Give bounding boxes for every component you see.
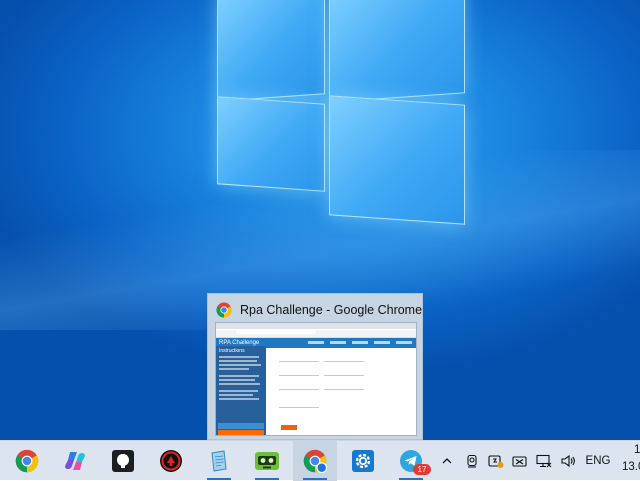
preview-tab-strip: [216, 323, 416, 329]
network-icon: [536, 454, 552, 468]
chevron-up-icon: [442, 458, 452, 464]
telegram-unread-badge: 17: [413, 464, 431, 475]
windows-logo-pane-bottom-right: [329, 95, 465, 225]
clock-date[interactable]: 13.0: [622, 461, 640, 473]
tray-overflow-button[interactable]: [437, 441, 457, 481]
windows-logo-pane-bottom-left: [217, 96, 325, 192]
tray-keyboard[interactable]: [509, 441, 531, 481]
preview-submit-button: [281, 425, 297, 430]
speaker-icon: [561, 454, 575, 468]
language-indicator: ENG: [585, 455, 611, 467]
taskbar-chrome-rpa-challenge[interactable]: [293, 441, 337, 481]
window-thumbnail-popup[interactable]: Rpa Challenge - Google Chrome RPA Challe…: [207, 293, 423, 440]
battery-warning-icon: [488, 455, 504, 468]
preview-sidebar-heading: Instructions: [219, 348, 245, 354]
thumbnail-header: Rpa Challenge - Google Chrome: [216, 300, 422, 320]
taskbar-copilot[interactable]: [53, 441, 97, 481]
red-app-icon: [160, 450, 182, 472]
robot-icon: [255, 452, 279, 470]
chrome-icon: [15, 449, 39, 473]
chrome-icon: [216, 302, 232, 318]
tray-network[interactable]: [533, 441, 555, 481]
taskbar: 17 ENG 1 13.: [0, 440, 640, 481]
tray-volume[interactable]: [557, 441, 579, 481]
thumbnail-preview[interactable]: RPA Challenge Instructions: [215, 322, 417, 436]
notepad-icon: [211, 450, 227, 472]
windows-logo-pane-top-right: [329, 0, 465, 103]
windows-logo-pane-top-left: [217, 0, 325, 102]
preview-address-bar: [216, 330, 416, 338]
preview-sidebar: Instructions: [216, 346, 266, 435]
taskbar-notepad[interactable]: [197, 441, 241, 481]
thumbnail-window-title: Rpa Challenge - Google Chrome: [240, 303, 423, 317]
chrome-active-icon: [303, 449, 327, 473]
tray-language[interactable]: ENG: [582, 441, 614, 481]
taskbar-chrome[interactable]: [5, 441, 49, 481]
taskbar-settings[interactable]: [341, 441, 385, 481]
taskbar-red-app[interactable]: [149, 441, 193, 481]
copilot-icon: [65, 452, 85, 470]
keyboard-icon: [512, 456, 527, 467]
settings-icon: [352, 450, 374, 472]
camera-icon: [467, 454, 477, 468]
github-icon: [112, 450, 134, 472]
taskbar-github[interactable]: [101, 441, 145, 481]
tray-battery-warning[interactable]: [485, 441, 507, 481]
taskbar-telegram[interactable]: 17: [389, 441, 433, 481]
clock-time[interactable]: 1: [634, 444, 640, 456]
taskbar-robot[interactable]: [245, 441, 289, 481]
tray-camera[interactable]: [461, 441, 483, 481]
